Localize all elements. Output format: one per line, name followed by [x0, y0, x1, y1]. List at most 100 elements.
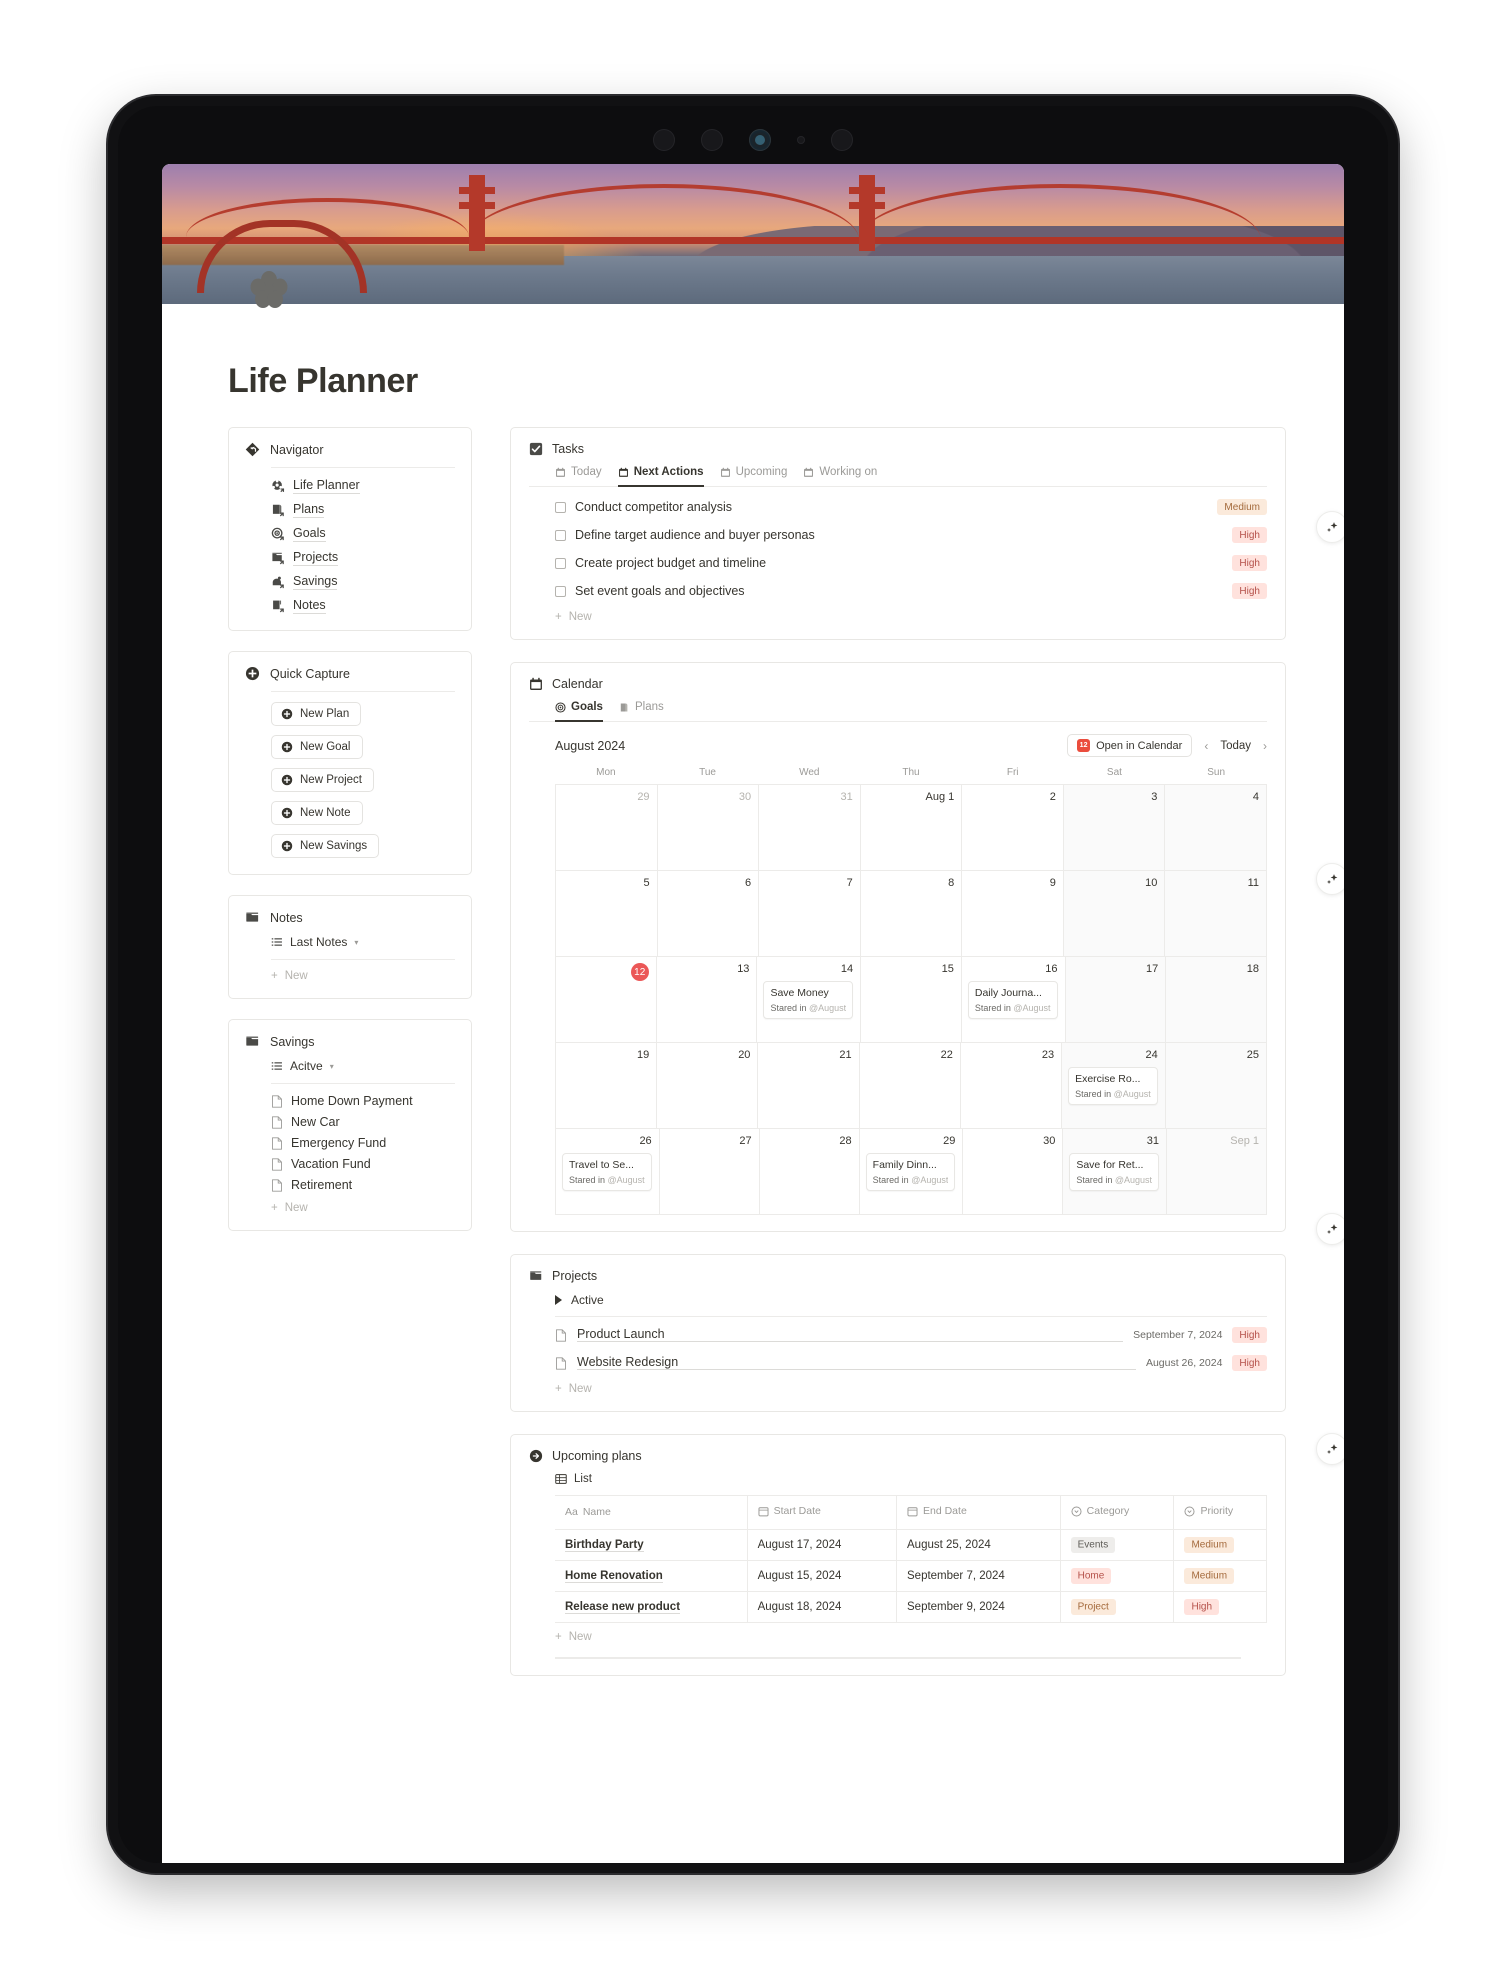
list-item[interactable]: Home Down Payment: [271, 1094, 455, 1108]
projects-new-button[interactable]: + New: [529, 1383, 1267, 1395]
calendar-day-cell[interactable]: 13: [656, 957, 758, 1043]
calendar-day-cell[interactable]: 22: [859, 1043, 961, 1129]
open-in-calendar-button[interactable]: 12 Open in Calendar: [1067, 734, 1193, 757]
calendar-day-cell[interactable]: 19: [556, 1043, 658, 1129]
calendar-event[interactable]: Exercise Ro... Stared in @August: [1068, 1067, 1158, 1105]
calendar-day-cell[interactable]: 24 Exercise Ro... Stared in @August: [1062, 1043, 1166, 1129]
savings-view-selector[interactable]: Acitve ▾: [245, 1059, 455, 1073]
calendar-day-cell[interactable]: 29: [556, 785, 658, 871]
sidebar-item-plans[interactable]: Plans: [271, 502, 455, 518]
sidebar-item-goals[interactable]: Goals: [271, 526, 455, 542]
tab-plans[interactable]: Plans: [619, 701, 664, 722]
task-checkbox[interactable]: [555, 557, 566, 569]
calendar-event[interactable]: Travel to Se... Stared in @August: [562, 1153, 652, 1191]
table-row[interactable]: Release new product August 18, 2024 Sept…: [555, 1590, 1267, 1623]
task-row[interactable]: Define target audience and buyer persona…: [529, 521, 1267, 549]
task-row[interactable]: Conduct competitor analysis Medium: [529, 493, 1267, 521]
table-row[interactable]: Product Launch September 7, 2024 High: [529, 1321, 1267, 1349]
calendar-day-cell[interactable]: 5: [556, 871, 658, 957]
calendar-day-cell[interactable]: Aug 1: [860, 785, 963, 871]
tab-next-actions[interactable]: Next Actions: [617, 466, 704, 487]
calendar-day-cell[interactable]: 29 Family Dinn... Stared in @August: [859, 1129, 964, 1215]
column-header-priority[interactable]: Priority: [1173, 1495, 1267, 1530]
sidebar-item-life-planner[interactable]: Life Planner: [271, 478, 455, 494]
sidebar-item-projects[interactable]: Projects: [271, 550, 455, 566]
calendar-day-cell[interactable]: 23: [960, 1043, 1063, 1129]
calendar-event[interactable]: Daily Journa... Stared in @August: [967, 981, 1058, 1019]
projects-group-toggle[interactable]: Active: [529, 1293, 1267, 1307]
calendar-day-cell[interactable]: 16 Daily Journa... Stared in @August: [961, 957, 1066, 1043]
calendar-day-cell[interactable]: 12: [556, 957, 657, 1043]
calendar-day-cell[interactable]: 11: [1165, 871, 1267, 957]
calendar-today-button[interactable]: Today: [1220, 740, 1251, 752]
upcoming-plans-view-selector[interactable]: List: [529, 1473, 1267, 1485]
upcoming-plans-new-button[interactable]: + New: [529, 1631, 1267, 1643]
calendar-day-cell[interactable]: 31: [759, 785, 861, 871]
new-savings-button[interactable]: New Savings: [271, 834, 380, 858]
ai-assist-button[interactable]: [1316, 1433, 1344, 1465]
task-checkbox[interactable]: [555, 585, 566, 597]
task-row[interactable]: Set event goals and objectives High: [529, 577, 1267, 605]
calendar-day-cell[interactable]: 9: [962, 871, 1064, 957]
calendar-day-cell[interactable]: 28: [759, 1129, 860, 1215]
calendar-event[interactable]: Family Dinn... Stared in @August: [865, 1153, 956, 1191]
list-item[interactable]: New Car: [271, 1115, 455, 1129]
savings-new-button[interactable]: + New: [245, 1202, 455, 1214]
calendar-day-cell[interactable]: 3: [1063, 785, 1166, 871]
new-note-button[interactable]: New Note: [271, 801, 363, 825]
calendar-day-cell[interactable]: 7: [759, 871, 861, 957]
task-checkbox[interactable]: [555, 501, 566, 513]
calendar-day-cell[interactable]: 2: [962, 785, 1064, 871]
calendar-day-cell[interactable]: Sep 1: [1167, 1129, 1267, 1215]
tab-working-on[interactable]: Working on: [803, 466, 877, 487]
calendar-day-cell[interactable]: 25: [1165, 1043, 1267, 1129]
table-row[interactable]: Website Redesign August 26, 2024 High: [529, 1349, 1267, 1377]
calendar-day-cell[interactable]: 30: [657, 785, 760, 871]
new-goal-button[interactable]: New Goal: [271, 735, 363, 759]
task-checkbox[interactable]: [555, 529, 566, 541]
column-header-category[interactable]: Category: [1059, 1495, 1175, 1530]
calendar-day-cell[interactable]: 4: [1165, 785, 1267, 871]
column-header-start-date[interactable]: Start Date: [746, 1495, 898, 1530]
new-project-button[interactable]: New Project: [271, 768, 374, 792]
column-header-end-date[interactable]: End Date: [896, 1495, 1061, 1530]
column-header-name[interactable]: Aa Name: [555, 1495, 748, 1530]
tablet-camera-row: [118, 122, 1388, 158]
calendar-day-cell[interactable]: 31 Save for Ret... Stared in @August: [1063, 1129, 1168, 1215]
tab-upcoming[interactable]: Upcoming: [720, 466, 787, 487]
task-label: Set event goals and objectives: [575, 584, 745, 598]
sidebar-item-savings[interactable]: Savings: [271, 574, 455, 590]
calendar-event[interactable]: Save for Ret... Stared in @August: [1069, 1153, 1160, 1191]
ai-assist-button[interactable]: [1316, 863, 1344, 895]
notes-new-button[interactable]: + New: [245, 970, 455, 982]
calendar-day-cell[interactable]: 17: [1065, 957, 1167, 1043]
calendar-day-cell[interactable]: 30: [963, 1129, 1064, 1215]
sidebar-item-notes[interactable]: Notes: [271, 598, 455, 614]
task-row[interactable]: Create project budget and timeline High: [529, 549, 1267, 577]
tab-today[interactable]: Today: [555, 466, 602, 487]
list-item[interactable]: Retirement: [271, 1178, 455, 1192]
calendar-day-cell[interactable]: 6: [657, 871, 760, 957]
tasks-new-button[interactable]: + New: [529, 611, 1267, 623]
calendar-day-cell[interactable]: 18: [1166, 957, 1267, 1043]
calendar-prev-button[interactable]: ‹: [1204, 739, 1208, 753]
calendar-day-cell[interactable]: 10: [1063, 871, 1166, 957]
calendar-day-cell[interactable]: 21: [758, 1043, 860, 1129]
notes-view-selector[interactable]: Last Notes ▾: [245, 935, 455, 949]
table-row[interactable]: Birthday Party August 17, 2024 August 25…: [555, 1528, 1267, 1561]
list-item[interactable]: Emergency Fund: [271, 1136, 455, 1150]
calendar-day-cell[interactable]: 26 Travel to Se... Stared in @August: [556, 1129, 660, 1215]
calendar-event[interactable]: Save Money Stared in @August: [763, 981, 854, 1019]
calendar-day-cell[interactable]: 27: [659, 1129, 760, 1215]
new-plan-button[interactable]: New Plan: [271, 702, 362, 726]
tab-goals[interactable]: Goals: [555, 701, 603, 722]
table-row[interactable]: Home Renovation August 15, 2024 Septembe…: [555, 1559, 1267, 1592]
calendar-day-cell[interactable]: 8: [860, 871, 963, 957]
calendar-day-cell[interactable]: 20: [657, 1043, 759, 1129]
calendar-day-cell[interactable]: 14 Save Money Stared in @August: [757, 957, 862, 1043]
ai-assist-button[interactable]: [1316, 511, 1344, 543]
ai-assist-button[interactable]: [1316, 1213, 1344, 1245]
list-item[interactable]: Vacation Fund: [271, 1157, 455, 1171]
calendar-day-cell[interactable]: 15: [861, 957, 962, 1043]
calendar-next-button[interactable]: ›: [1263, 739, 1267, 753]
